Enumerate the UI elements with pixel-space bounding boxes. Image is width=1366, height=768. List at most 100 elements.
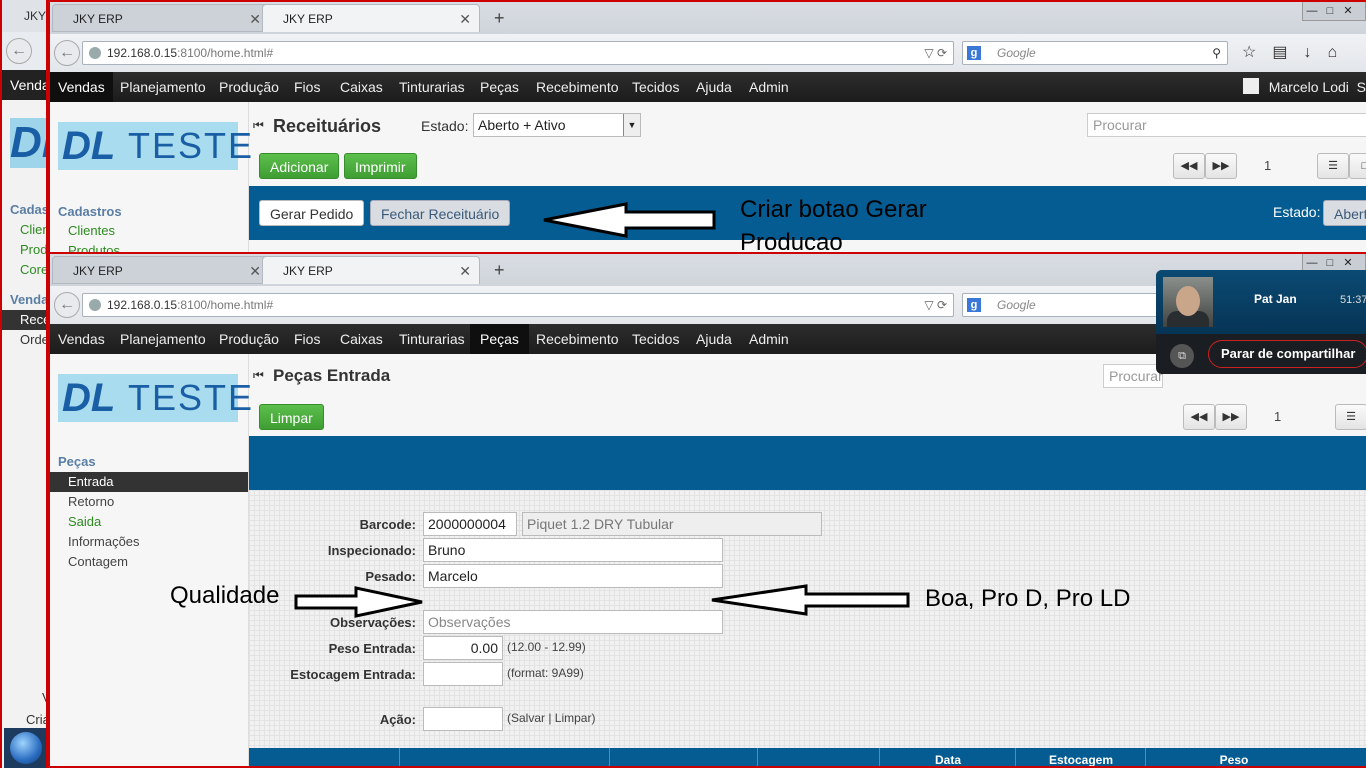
browser-tab-active[interactable]: JKY ERP ✕ bbox=[262, 256, 480, 284]
previous-page-icon[interactable]: ◀◀ bbox=[1183, 404, 1215, 430]
nav-item-tinturarias[interactable]: Tinturarias bbox=[391, 72, 473, 102]
maximize-icon[interactable]: □ bbox=[1321, 255, 1339, 271]
maximize-icon[interactable]: □ bbox=[1321, 3, 1339, 19]
left-sidebar-item[interactable]: Orde bbox=[20, 332, 46, 347]
collapse-sidebar-icon[interactable]: ⏮ bbox=[253, 368, 264, 383]
band-estado-select[interactable]: Abert bbox=[1323, 200, 1366, 226]
nav-item-admin[interactable]: Admin bbox=[741, 72, 797, 102]
reload-icon[interactable]: ▽ ⟳ bbox=[924, 42, 947, 64]
search-input[interactable]: Procurar bbox=[1103, 364, 1163, 388]
acao-input[interactable] bbox=[423, 707, 503, 731]
sidebar-item-retorno[interactable]: Retorno bbox=[50, 492, 248, 512]
dropdown-arrow-icon[interactable]: ▼ bbox=[623, 114, 640, 136]
nav-item-recebimento[interactable]: Recebimento bbox=[528, 72, 627, 102]
stop-sharing-button[interactable]: Parar de compartilhar bbox=[1208, 340, 1366, 368]
reload-icon[interactable]: ▽ ⟳ bbox=[924, 294, 947, 316]
left-sidebar-item[interactable]: Core bbox=[20, 262, 46, 277]
nav-item-producao[interactable]: Produção bbox=[211, 72, 287, 102]
reading-list-icon[interactable]: ▤ bbox=[1272, 44, 1303, 61]
barcode-input[interactable]: 2000000004 bbox=[423, 512, 517, 536]
url-field[interactable]: 192.168.0.15:8100/home.html# ▽ ⟳ bbox=[82, 293, 954, 317]
clear-button[interactable]: Limpar bbox=[259, 404, 324, 430]
browser-tab[interactable]: JKY ERP ✕ bbox=[52, 4, 270, 32]
nav-item-producao[interactable]: Produção bbox=[211, 324, 287, 354]
print-button[interactable]: Imprimir bbox=[344, 153, 417, 179]
list-view-icon[interactable]: ☰ bbox=[1335, 404, 1366, 430]
back-arrow-icon[interactable]: ← bbox=[54, 40, 80, 66]
sidebar-item-clientes[interactable]: Clientes bbox=[50, 221, 248, 241]
barcode-description: Piquet 1.2 DRY Tubular bbox=[522, 512, 822, 536]
sidebar-item-entrada[interactable]: Entrada bbox=[50, 472, 248, 492]
download-icon[interactable]: ↓ bbox=[1303, 44, 1327, 61]
next-page-icon[interactable]: ▶▶ bbox=[1215, 404, 1247, 430]
nav-item-tecidos[interactable]: Tecidos bbox=[624, 324, 687, 354]
table-header-peso[interactable]: Peso bbox=[1145, 748, 1322, 766]
next-page-icon[interactable]: ▶▶ bbox=[1205, 153, 1237, 179]
previous-page-icon[interactable]: ◀◀ bbox=[1173, 153, 1205, 179]
sidebar-item-informacoes[interactable]: Informações bbox=[50, 532, 248, 552]
pesado-input[interactable]: Marcelo bbox=[423, 564, 723, 588]
add-button[interactable]: Adicionar bbox=[259, 153, 340, 179]
nav-item-planejamento[interactable]: Planejamento bbox=[112, 324, 214, 354]
sidebar-item-contagem[interactable]: Contagem bbox=[50, 552, 248, 572]
annotation-arrow-left-icon bbox=[543, 202, 716, 238]
nav-item-admin[interactable]: Admin bbox=[741, 324, 797, 354]
search-icon[interactable]: ⚲ bbox=[1212, 42, 1221, 64]
nav-item-pecas[interactable]: Peças bbox=[472, 72, 527, 102]
estado-label: Estado: bbox=[421, 118, 469, 134]
browser-tab[interactable]: JKY ERP ✕ bbox=[52, 256, 270, 284]
fechar-receituario-button[interactable]: Fechar Receituário bbox=[370, 200, 511, 226]
gerar-pedido-button[interactable]: Gerar Pedido bbox=[259, 200, 365, 226]
list-view-icon[interactable]: ☰ bbox=[1317, 153, 1349, 179]
new-tab-icon[interactable]: + bbox=[494, 256, 505, 284]
back-arrow-icon[interactable]: ← bbox=[6, 38, 32, 64]
left-window-nav[interactable]: Vendas bbox=[2, 70, 46, 100]
web-search-field[interactable]: g Google ⚲ bbox=[962, 41, 1228, 65]
sidebar-item-saida[interactable]: Saida bbox=[50, 512, 248, 532]
new-tab-icon[interactable]: + bbox=[494, 4, 505, 32]
user-menu[interactable]: Marcelo Lodi S bbox=[1239, 72, 1366, 102]
bookmark-star-icon[interactable]: ☆ bbox=[1242, 44, 1272, 61]
estado-select[interactable]: Aberto + Ativo ▼ bbox=[473, 113, 641, 137]
search-input[interactable]: Procurar bbox=[1087, 113, 1366, 137]
close-window-icon[interactable]: ✕ bbox=[1339, 3, 1357, 19]
nav-item-fios[interactable]: Fios bbox=[286, 72, 328, 102]
form-view-icon[interactable]: □ bbox=[1349, 153, 1366, 179]
nav-item-tecidos[interactable]: Tecidos bbox=[624, 72, 687, 102]
screen-share-icon[interactable]: ⧉ bbox=[1170, 344, 1194, 368]
observacoes-input[interactable]: Observações bbox=[423, 610, 723, 634]
minimize-icon[interactable]: — bbox=[1303, 255, 1321, 271]
nav-item-recebimento[interactable]: Recebimento bbox=[528, 324, 627, 354]
home-icon[interactable]: ⌂ bbox=[1327, 44, 1353, 61]
estocagem-entrada-input[interactable] bbox=[423, 662, 503, 686]
close-tab-icon[interactable]: ✕ bbox=[459, 5, 471, 33]
left-window-tab[interactable]: JKY ERP bbox=[2, 0, 46, 32]
table-header-estocagem[interactable]: Estocagem bbox=[1015, 748, 1146, 766]
nav-item-caixas[interactable]: Caixas bbox=[332, 72, 391, 102]
left-sidebar-item-selected[interactable]: Rece bbox=[2, 310, 46, 330]
nav-item-planejamento[interactable]: Planejamento bbox=[112, 72, 214, 102]
nav-item-vendas[interactable]: Vendas bbox=[50, 324, 113, 354]
close-window-icon[interactable]: ✕ bbox=[1339, 255, 1357, 271]
minimize-icon[interactable]: — bbox=[1303, 3, 1321, 19]
browser-tab-active[interactable]: JKY ERP ✕ bbox=[262, 4, 480, 32]
inspecionado-input[interactable]: Bruno bbox=[423, 538, 723, 562]
close-tab-icon[interactable]: ✕ bbox=[249, 257, 261, 285]
nav-item-pecas[interactable]: Peças bbox=[470, 324, 529, 354]
nav-item-caixas[interactable]: Caixas bbox=[332, 324, 391, 354]
close-tab-icon[interactable]: ✕ bbox=[459, 257, 471, 285]
left-sidebar-item[interactable]: Clien bbox=[20, 222, 46, 237]
start-button[interactable] bbox=[4, 728, 46, 768]
back-arrow-icon[interactable]: ← bbox=[54, 292, 80, 318]
peso-entrada-input[interactable]: 0.00 bbox=[423, 636, 503, 660]
url-field[interactable]: 192.168.0.15:8100/home.html# ▽ ⟳ bbox=[82, 41, 954, 65]
nav-item-tinturarias[interactable]: Tinturarias bbox=[391, 324, 473, 354]
nav-item-fios[interactable]: Fios bbox=[286, 324, 328, 354]
collapse-sidebar-icon[interactable]: ⏮ bbox=[253, 118, 264, 133]
left-sidebar-item[interactable]: Prod bbox=[20, 242, 46, 257]
table-header-data[interactable]: Data bbox=[879, 748, 1016, 766]
close-tab-icon[interactable]: ✕ bbox=[249, 5, 261, 33]
nav-item-vendas[interactable]: Vendas bbox=[50, 72, 113, 102]
nav-item-ajuda[interactable]: Ajuda bbox=[688, 324, 740, 354]
nav-item-ajuda[interactable]: Ajuda bbox=[688, 72, 740, 102]
